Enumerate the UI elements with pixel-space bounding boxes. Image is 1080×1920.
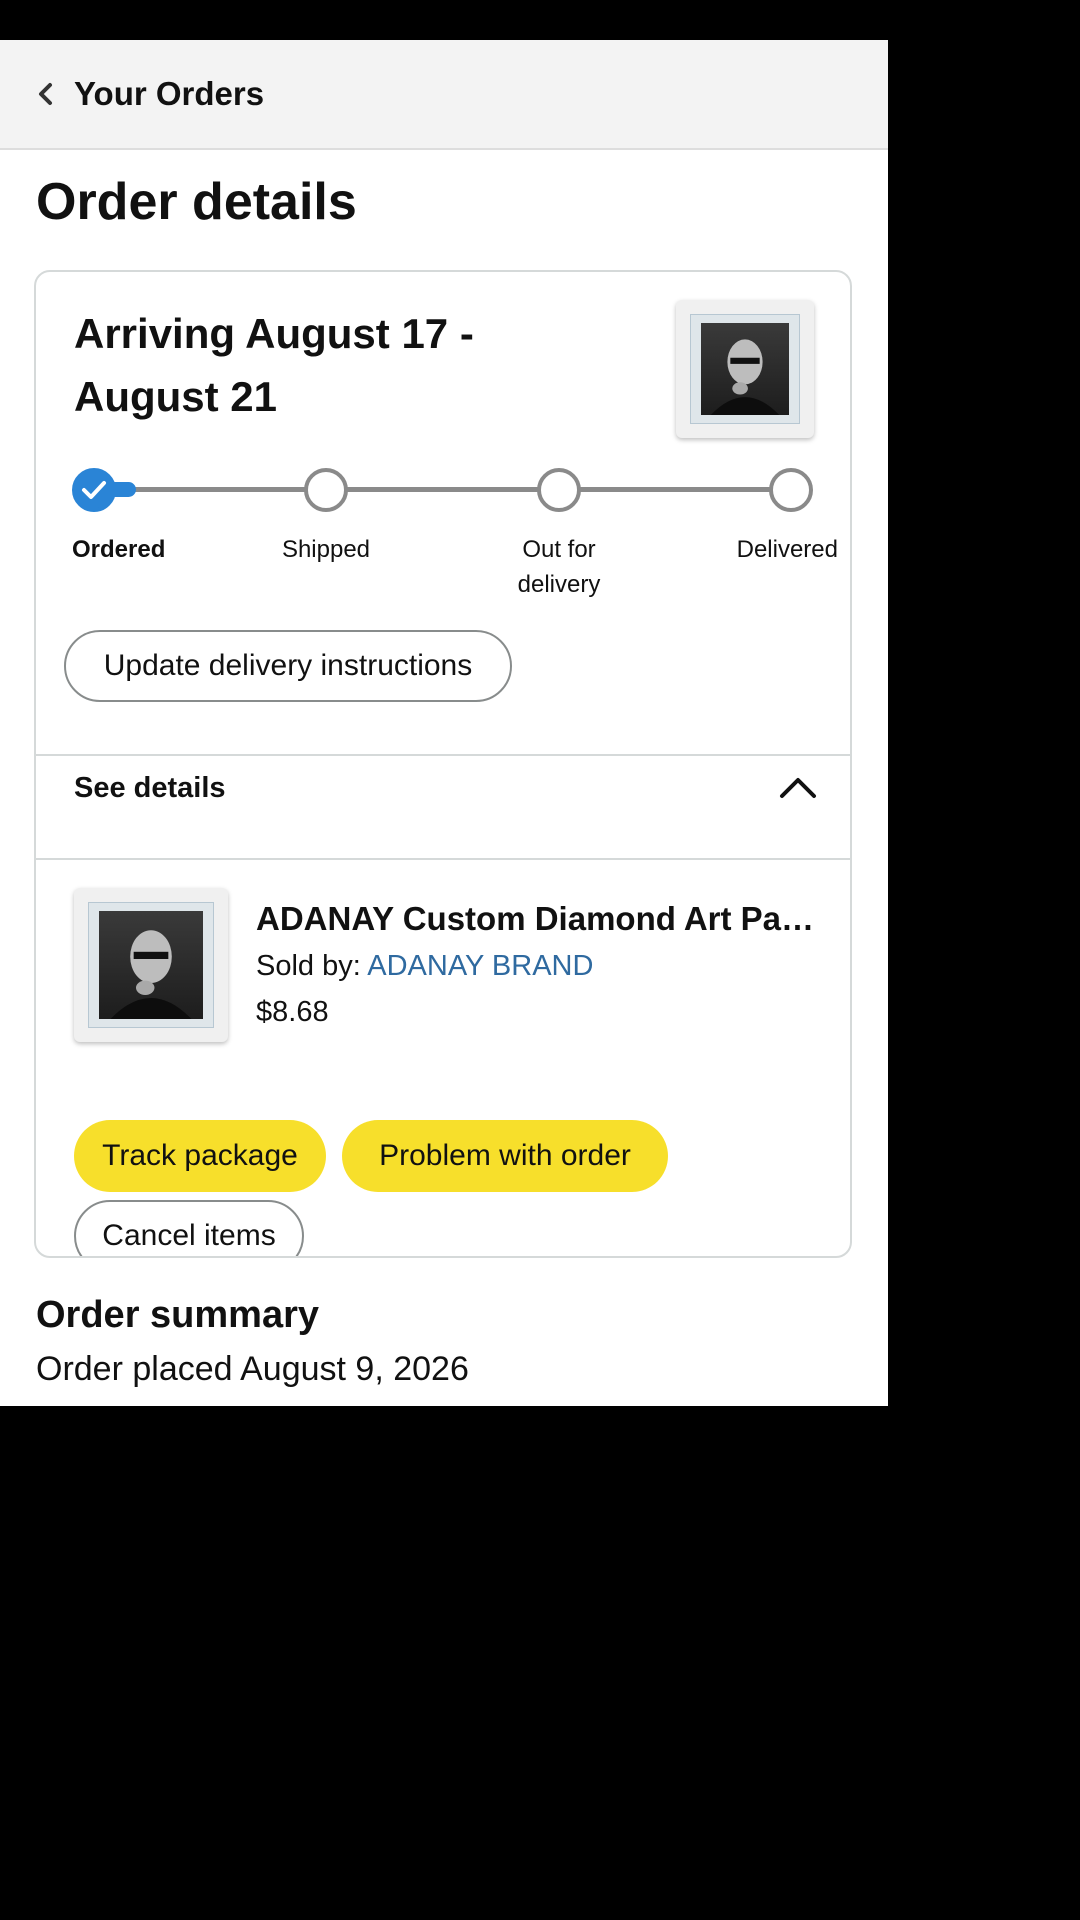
sold-by: Sold by: ADANAY BRAND xyxy=(256,950,593,983)
arrival-date: Arriving August 17 - August 21 xyxy=(74,310,474,420)
problem-with-order-button[interactable]: Problem with order xyxy=(342,1120,668,1192)
step-out-for-delivery-dot xyxy=(537,468,581,512)
step-label-delivered: Delivered xyxy=(736,536,838,563)
product-photo xyxy=(701,323,789,415)
seller-link[interactable]: ADANAY BRAND xyxy=(367,950,593,982)
page-title: Order details xyxy=(36,173,357,231)
divider xyxy=(36,754,850,756)
product-thumbnail[interactable] xyxy=(676,300,814,438)
chevron-up-icon[interactable] xyxy=(776,768,820,804)
item-thumbnail[interactable] xyxy=(74,888,228,1042)
top-bar: Your Orders xyxy=(0,40,888,150)
step-label-out-for-delivery: Out for delivery xyxy=(517,536,601,598)
order-placed-date: Order placed August 9, 2026 xyxy=(36,1350,469,1388)
cancel-items-button[interactable]: Cancel items xyxy=(74,1200,304,1256)
step-shipped-dot xyxy=(304,468,348,512)
back-link-your-orders[interactable]: Your Orders xyxy=(74,75,264,113)
step-delivered-dot xyxy=(769,468,813,512)
order-details-screen: Your Orders Order details Arriving Augus… xyxy=(0,40,888,1406)
update-delivery-instructions-button[interactable]: Update delivery instructions xyxy=(64,630,512,702)
chevron-left-icon[interactable] xyxy=(22,70,70,118)
divider xyxy=(36,858,850,860)
tracker-line xyxy=(94,487,792,492)
shipment-tracker: Ordered Shipped Out for delivery Deliver… xyxy=(72,468,838,608)
order-summary-title: Order summary xyxy=(36,1294,320,1336)
order-card: Arriving August 17 - August 21 Ordered S… xyxy=(34,270,852,1258)
step-label-shipped: Shipped xyxy=(281,536,371,563)
item-photo xyxy=(99,911,203,1019)
sold-by-label: Sold by: xyxy=(256,950,361,982)
item-title[interactable]: ADANAY Custom Diamond Art Painting Kits xyxy=(256,900,816,938)
track-package-button[interactable]: Track package xyxy=(74,1120,326,1192)
product-frame xyxy=(690,314,800,424)
see-details-toggle[interactable]: See details xyxy=(74,772,226,805)
item-frame xyxy=(88,902,214,1028)
item-price: $8.68 xyxy=(256,996,329,1028)
step-ordered-check-icon xyxy=(72,468,116,512)
step-label-ordered: Ordered xyxy=(72,536,166,563)
